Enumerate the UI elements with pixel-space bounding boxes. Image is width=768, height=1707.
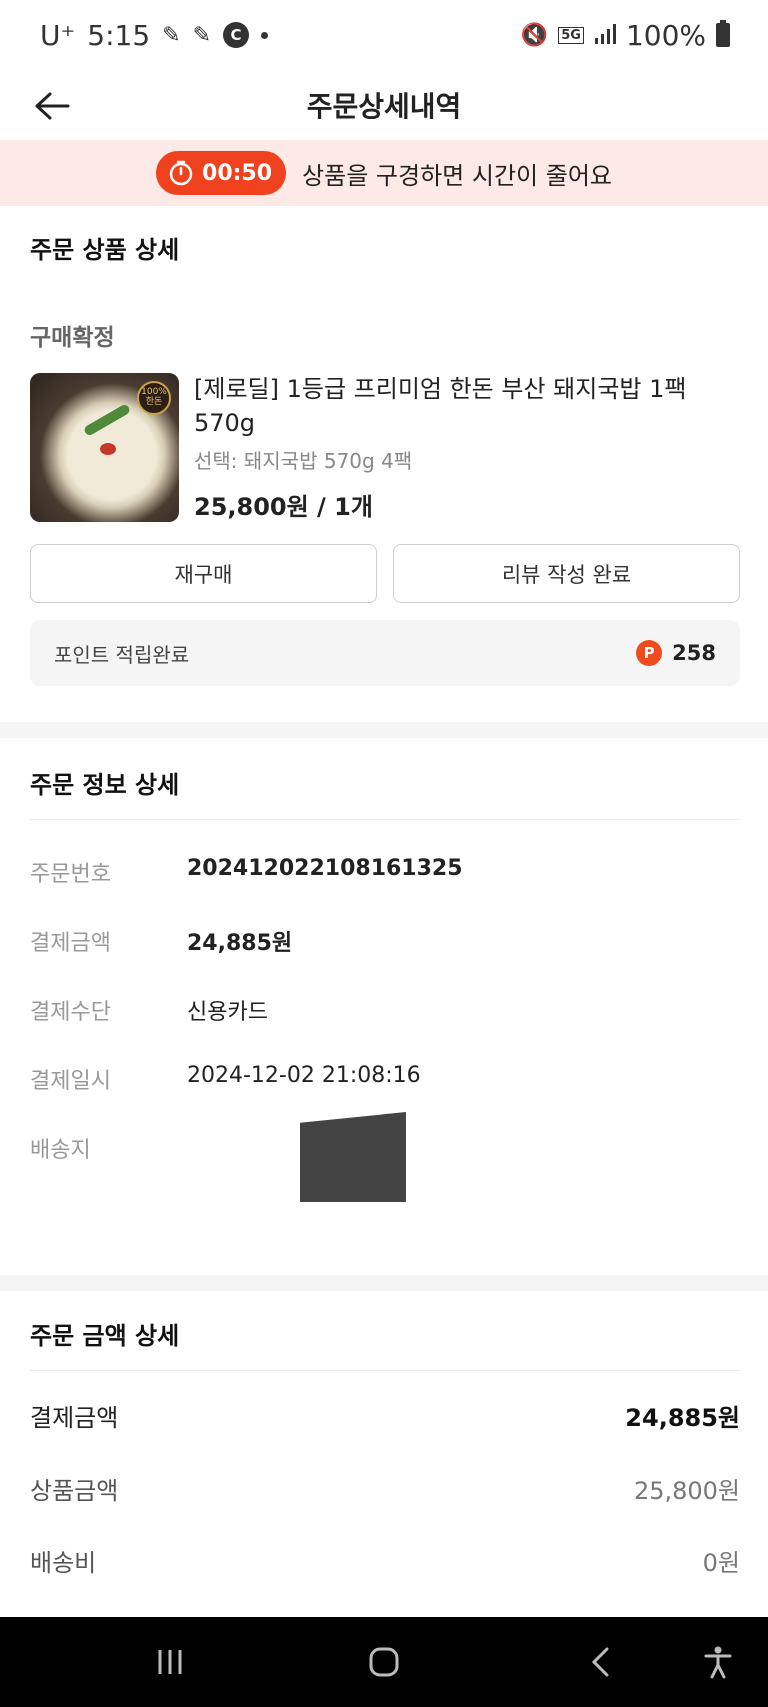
payment-date-value: 2024-12-02 21:08:16 [187, 1063, 421, 1088]
order-status-label: 구매확정 [30, 325, 115, 351]
review-complete-button[interactable]: 리뷰 작성 완료 [393, 544, 740, 603]
thumb-pepper [100, 443, 116, 455]
hanwoo-badge: 100% 한돈 [137, 381, 171, 415]
shipping-address-label: 배송지 [30, 1138, 91, 1163]
product-amount-value: 25,800원 [633, 1477, 740, 1505]
mute-icon: 🔇 [520, 22, 549, 48]
accessibility-button[interactable] [696, 1642, 740, 1682]
points-value: 258 [672, 641, 716, 665]
c-notification-icon: C [223, 22, 250, 48]
product-amount-label: 상품금액 [30, 1477, 119, 1505]
product-name[interactable]: [제로딜] 1등급 프리미엄 한돈 부산 돼지국밥 1팩 570g [194, 372, 742, 440]
accessibility-icon [704, 1646, 732, 1679]
app-notification-icon: ✎ [162, 22, 181, 48]
rebuy-button[interactable]: 재구매 [30, 544, 377, 603]
timer-pill: 00:50 [156, 151, 287, 195]
divider [30, 819, 740, 820]
payment-method-label: 결제수단 [30, 1000, 111, 1025]
section-separator [0, 1275, 768, 1291]
product-option: 선택: 돼지국밥 570g 4팩 [194, 449, 413, 473]
thumb-greens [82, 403, 132, 437]
recent-apps-icon [158, 1650, 182, 1674]
payment-method-value: 신용카드 [187, 1000, 268, 1025]
page-title: 주문상세내역 [306, 90, 462, 123]
clock: 5:15 [87, 18, 151, 52]
order-info-title: 주문 정보 상세 [30, 771, 180, 799]
battery-percent: 100% [625, 18, 706, 52]
amount-detail-title: 주문 금액 상세 [30, 1322, 180, 1350]
carrier-label: U⁺ [40, 18, 76, 52]
back-nav-button[interactable] [578, 1642, 622, 1682]
redacted-address [300, 1112, 406, 1202]
shipping-fee-label: 배송비 [30, 1549, 97, 1577]
network-type: 5G [558, 26, 584, 44]
app-notification-icon-2: ✎ [192, 22, 212, 48]
divider [30, 1370, 740, 1371]
order-number-label: 주문번호 [30, 862, 111, 887]
stopwatch-icon [169, 160, 193, 186]
timer-message: 상품을 구경하면 시간이 줄어요 [302, 161, 612, 190]
recent-apps-button[interactable] [148, 1642, 192, 1682]
app-header: 주문상세내역 [0, 70, 768, 140]
product-price-qty: 25,800원 / 1개 [194, 493, 373, 521]
timer-banner[interactable]: 00:50 상품을 구경하면 시간이 줄어요 [0, 140, 768, 206]
status-bar: U⁺ 5:15 ✎ ✎ C 🔇 5G 100% [0, 0, 768, 70]
points-summary: 포인트 적립완료 P 258 [30, 620, 740, 686]
back-chevron-icon [591, 1647, 609, 1677]
timer-countdown: 00:50 [202, 160, 273, 186]
battery-icon [716, 20, 730, 47]
payment-amount-value: 24,885원 [187, 931, 293, 956]
total-payment-value: 24,885원 [625, 1404, 740, 1432]
more-notifications-dot [261, 31, 269, 39]
back-button[interactable] [30, 84, 74, 128]
order-number-value: 20241202210816132​5 [187, 856, 463, 881]
payment-date-label: 결제일시 [30, 1069, 111, 1094]
points-label: 포인트 적립완료 [54, 642, 190, 667]
system-nav-bar [0, 1617, 768, 1707]
home-button[interactable] [362, 1642, 406, 1682]
product-section-title: 주문 상품 상세 [30, 236, 180, 264]
signal-icon [594, 19, 616, 52]
point-coin-icon: P [636, 640, 663, 666]
home-icon [369, 1647, 399, 1677]
product-thumbnail[interactable]: 100% 한돈 [30, 373, 179, 522]
payment-amount-label: 결제금액 [30, 931, 111, 956]
shipping-fee-value: 0원 [702, 1549, 740, 1577]
total-payment-label: 결제금액 [30, 1404, 119, 1432]
back-arrow-icon [35, 92, 70, 120]
section-separator [0, 722, 768, 738]
